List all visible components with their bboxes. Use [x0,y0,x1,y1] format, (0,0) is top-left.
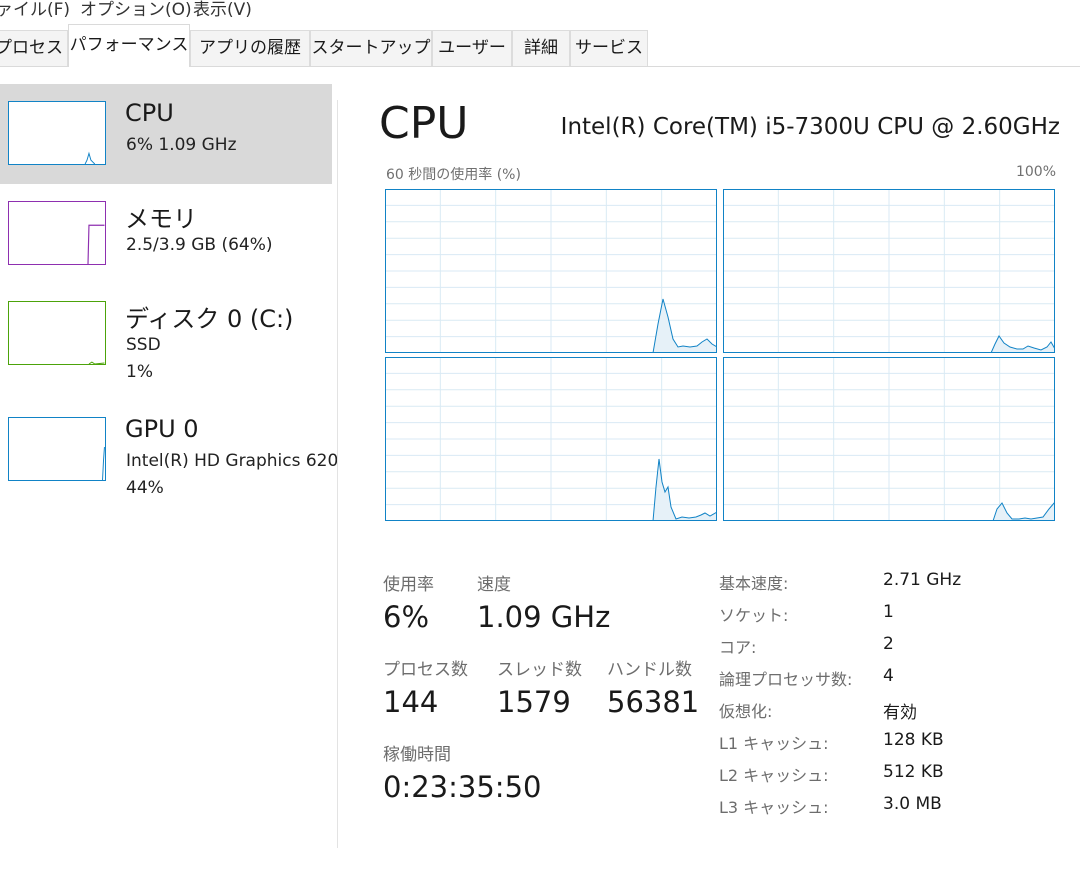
sidebar-item-disk[interactable]: ディスク 0 (C:) SSD 1% [0,284,332,384]
sidebar-item-cpu[interactable]: CPU 6% 1.09 GHz [0,84,332,184]
sidebar-item-label: CPU [125,99,174,127]
menu-file[interactable]: ァイル(F) [0,0,70,20]
usage-value: 6% [383,600,430,634]
spec-label: L3 キャッシュ: [719,798,829,817]
cpu-core-graph [723,357,1055,521]
sidebar-item-detail: SSD [126,335,161,355]
graph-caption: 60 秒間の使用率 (%) [386,167,521,183]
cpu-core-graph [385,189,717,353]
spec-value: 3.0 MB [883,794,942,814]
spec-value: 4 [883,666,894,686]
spec-value: 2.71 GHz [883,570,962,590]
sidebar-item-usage: 44% [126,478,164,498]
tab-services[interactable]: サービス [570,30,648,66]
threads-value: 1579 [497,685,571,719]
tab-details[interactable]: 詳細 [512,30,570,66]
spec-value: 1 [883,602,894,622]
cpu-model-name: Intel(R) Core(TM) i5-7300U CPU @ 2.60GHz [560,114,1060,140]
tab-startup[interactable]: スタートアップ [310,30,432,66]
processes-value: 144 [383,685,439,719]
spec-value: 128 KB [883,730,944,750]
panel-divider [337,100,338,848]
tab-processes[interactable]: プロセス [0,30,68,66]
sidebar-item-gpu[interactable]: GPU 0 Intel(R) HD Graphics 620 44% [0,400,338,500]
tab-app-history[interactable]: アプリの履歴 [190,30,310,66]
processes-label: プロセス数 [383,660,468,680]
tab-performance[interactable]: パフォーマンス [68,24,190,67]
spec-label: 仮想化: [719,702,773,721]
sidebar-item-detail: 2.5/3.9 GB (64%) [126,235,273,255]
graph-max-label: 100% [1015,164,1056,180]
spec-label: L2 キャッシュ: [719,766,829,785]
uptime-label: 稼働時間 [383,745,451,765]
sidebar-item-detail: Intel(R) HD Graphics 620 [126,451,338,471]
cpu-core-graph [385,357,717,521]
spec-value: 512 KB [883,762,944,782]
cpu-core-graph [723,189,1055,353]
spec-value: 2 [883,634,894,654]
speed-value: 1.09 GHz [477,600,611,634]
sidebar-item-label: ディスク 0 (C:) [125,305,294,333]
uptime-value: 0:23:35:50 [383,770,542,804]
spec-value: 有効 [883,703,917,723]
cpu-thumbnail-graph [8,101,106,165]
menu-bar: ァイル(F) オプション(O) 表示(V) [0,0,1080,22]
menu-options[interactable]: オプション(O) [80,0,192,20]
spec-label: 基本速度: [719,574,789,593]
gpu-thumbnail-graph [8,417,106,481]
disk-thumbnail-graph [8,301,106,365]
menu-view[interactable]: 表示(V) [193,0,252,20]
handles-label: ハンドル数 [607,660,692,680]
sidebar-item-detail: 6% 1.09 GHz [126,135,237,155]
tab-users[interactable]: ユーザー [432,30,512,66]
spec-label: L1 キャッシュ: [719,734,829,753]
sidebar-item-label: GPU 0 [125,415,199,443]
threads-label: スレッド数 [497,660,582,680]
spec-label: コア: [719,638,757,657]
usage-label: 使用率 [383,575,434,595]
sidebar-item-usage: 1% [126,362,153,382]
sidebar-item-label: メモリ [125,205,197,233]
tab-strip: プロセス パフォーマンス アプリの履歴 スタートアップ ユーザー 詳細 サービス [0,22,1080,67]
sidebar-item-memory[interactable]: メモリ 2.5/3.9 GB (64%) [0,184,332,284]
memory-thumbnail-graph [8,201,106,265]
handles-value: 56381 [607,685,700,719]
spec-label: ソケット: [719,606,789,625]
page-title: CPU [379,98,469,149]
speed-label: 速度 [477,575,511,595]
spec-label: 論理プロセッサ数: [719,670,853,689]
